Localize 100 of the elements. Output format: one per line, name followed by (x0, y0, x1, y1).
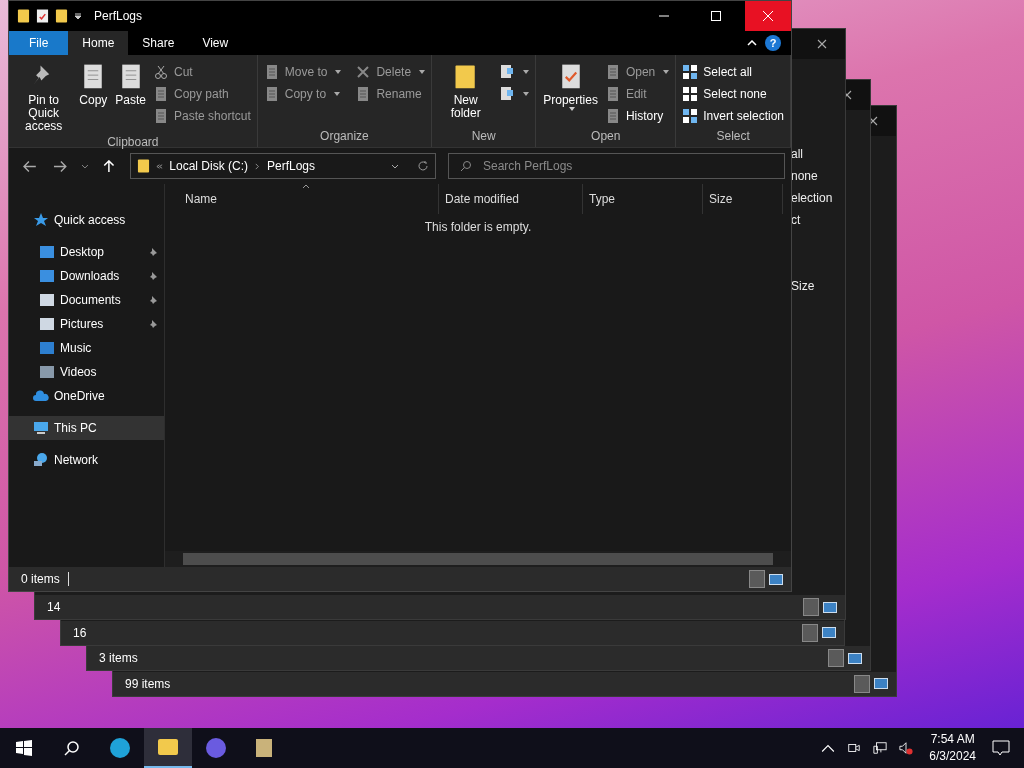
cloud-icon (33, 388, 49, 404)
caret-icon (569, 107, 576, 111)
horizontal-scrollbar[interactable] (165, 551, 791, 567)
up-arrow-icon[interactable] (102, 159, 117, 173)
caret-icon (334, 92, 341, 96)
sort-ascending-icon (301, 184, 310, 189)
folder-icon[interactable] (55, 8, 68, 24)
select-all-icon (682, 64, 699, 80)
group-label: Select (715, 129, 751, 145)
pin-icon[interactable] (148, 247, 158, 257)
group-label: Open (590, 129, 622, 145)
star-icon (33, 212, 49, 228)
caret-icon (523, 92, 530, 96)
ribbon-tab[interactable]: Share (128, 31, 189, 55)
column-header[interactable]: Name (165, 184, 439, 214)
help-button[interactable]: ? (765, 35, 781, 51)
forward-arrow-icon[interactable] (52, 159, 67, 173)
caret-icon (663, 70, 670, 74)
ribbon-button[interactable]: Select all (680, 61, 786, 83)
item-count: 99 items (125, 676, 172, 691)
ribbon-tab[interactable]: View (188, 31, 243, 55)
pin-icon[interactable] (148, 319, 158, 329)
windows-logo-icon[interactable] (16, 740, 32, 756)
camera-icon[interactable] (847, 741, 862, 755)
nav-item[interactable]: Documents (9, 288, 164, 312)
search-icon (460, 160, 472, 172)
double-chevron-icon (156, 162, 164, 170)
cut-icon (153, 64, 169, 80)
close-icon (763, 11, 773, 21)
column-header[interactable]: Date modified (439, 184, 583, 214)
large-icons-view-icon[interactable] (769, 573, 783, 585)
ribbon-label: election (791, 191, 833, 205)
nav-item[interactable]: Videos (9, 360, 164, 384)
ribbon-label: none (791, 169, 818, 183)
ribbon-tab[interactable]: Home (68, 31, 129, 55)
network-icon[interactable] (873, 741, 888, 755)
nav-item[interactable]: Pictures (9, 312, 164, 336)
select-none-icon (682, 86, 699, 102)
network-icon (33, 452, 49, 468)
column-header[interactable]: Size (703, 184, 783, 214)
group-label: Organize (319, 129, 370, 145)
pin-icon[interactable] (148, 271, 158, 281)
ribbon-button[interactable]: Properties (540, 59, 601, 129)
ribbon-label: ct (791, 213, 801, 227)
empty-folder-message: This folder is empty. (423, 220, 533, 234)
checklist-icon[interactable] (36, 8, 49, 24)
ribbon-tab[interactable]: File (9, 31, 69, 55)
recent-locations-caret-icon[interactable] (80, 163, 89, 169)
breadcrumb-item[interactable]: Local Disk (C:) (169, 159, 248, 173)
ribbon-button[interactable]: Select none (680, 83, 786, 105)
delete-icon (355, 64, 372, 80)
chevron-icon (253, 162, 261, 170)
caret-icon (523, 70, 530, 74)
item-count: 16 (73, 625, 88, 640)
caret-icon[interactable] (391, 163, 399, 169)
computer-icon (33, 420, 49, 436)
ribbon-label: Size (791, 279, 815, 293)
address-bar[interactable]: Local Disk (C:) PerfLogs (130, 153, 436, 179)
nav-item[interactable]: OneDrive (9, 384, 164, 408)
group-label: Clipboard (106, 135, 160, 149)
ribbon-button[interactable]: New folder (436, 59, 496, 129)
ribbon-button[interactable]: History (602, 105, 672, 127)
close-icon[interactable] (868, 115, 878, 126)
breadcrumb-item[interactable]: PerfLogs (266, 159, 315, 173)
close-icon[interactable] (817, 39, 827, 49)
nav-item[interactable]: Network (9, 448, 164, 472)
search-icon[interactable] (64, 740, 80, 756)
ribbon-button[interactable]: Invert selection (680, 105, 786, 127)
muted-speaker-icon[interactable] (899, 741, 914, 755)
ribbon-button[interactable]: Paste (112, 59, 149, 135)
caret-icon (419, 70, 426, 74)
column-header[interactable]: Type (583, 184, 703, 214)
window-title: PerfLogs (94, 9, 143, 23)
invert-selection-icon (682, 108, 699, 124)
back-arrow-icon[interactable] (23, 159, 37, 173)
nav-item[interactable]: Music (9, 336, 164, 360)
folder-icon[interactable] (17, 8, 30, 24)
details-view-icon[interactable] (854, 674, 870, 693)
taskbar-app-button[interactable] (144, 728, 192, 768)
details-view-icon[interactable] (802, 623, 818, 642)
notification-icon[interactable] (992, 740, 1010, 756)
nav-item[interactable]: Quick access (9, 208, 164, 232)
refresh-icon[interactable] (417, 160, 429, 172)
large-icons-view-icon[interactable] (823, 601, 837, 613)
ribbon-label: all (791, 147, 803, 161)
search-field[interactable]: Search PerfLogs (448, 153, 785, 179)
pin-icon[interactable] (148, 295, 158, 305)
collapse-ribbon-icon[interactable] (747, 40, 757, 46)
nav-item[interactable]: This PC (9, 416, 164, 440)
ribbon-button[interactable]: Copy (76, 59, 111, 135)
large-icons-view-icon[interactable] (848, 652, 862, 664)
ribbon-button[interactable]: Pin to Quick access (13, 59, 75, 135)
caret-icon[interactable] (74, 12, 82, 20)
item-count: 0 items (21, 572, 69, 586)
nav-item[interactable]: Desktop (9, 240, 164, 264)
item-count: 3 items (99, 651, 139, 665)
clock-time[interactable]: 7:54 AM (930, 731, 975, 748)
maximize-icon (711, 11, 721, 21)
nav-item[interactable]: Downloads (9, 264, 164, 288)
clock-date[interactable]: 6/3/2024 (929, 748, 976, 765)
